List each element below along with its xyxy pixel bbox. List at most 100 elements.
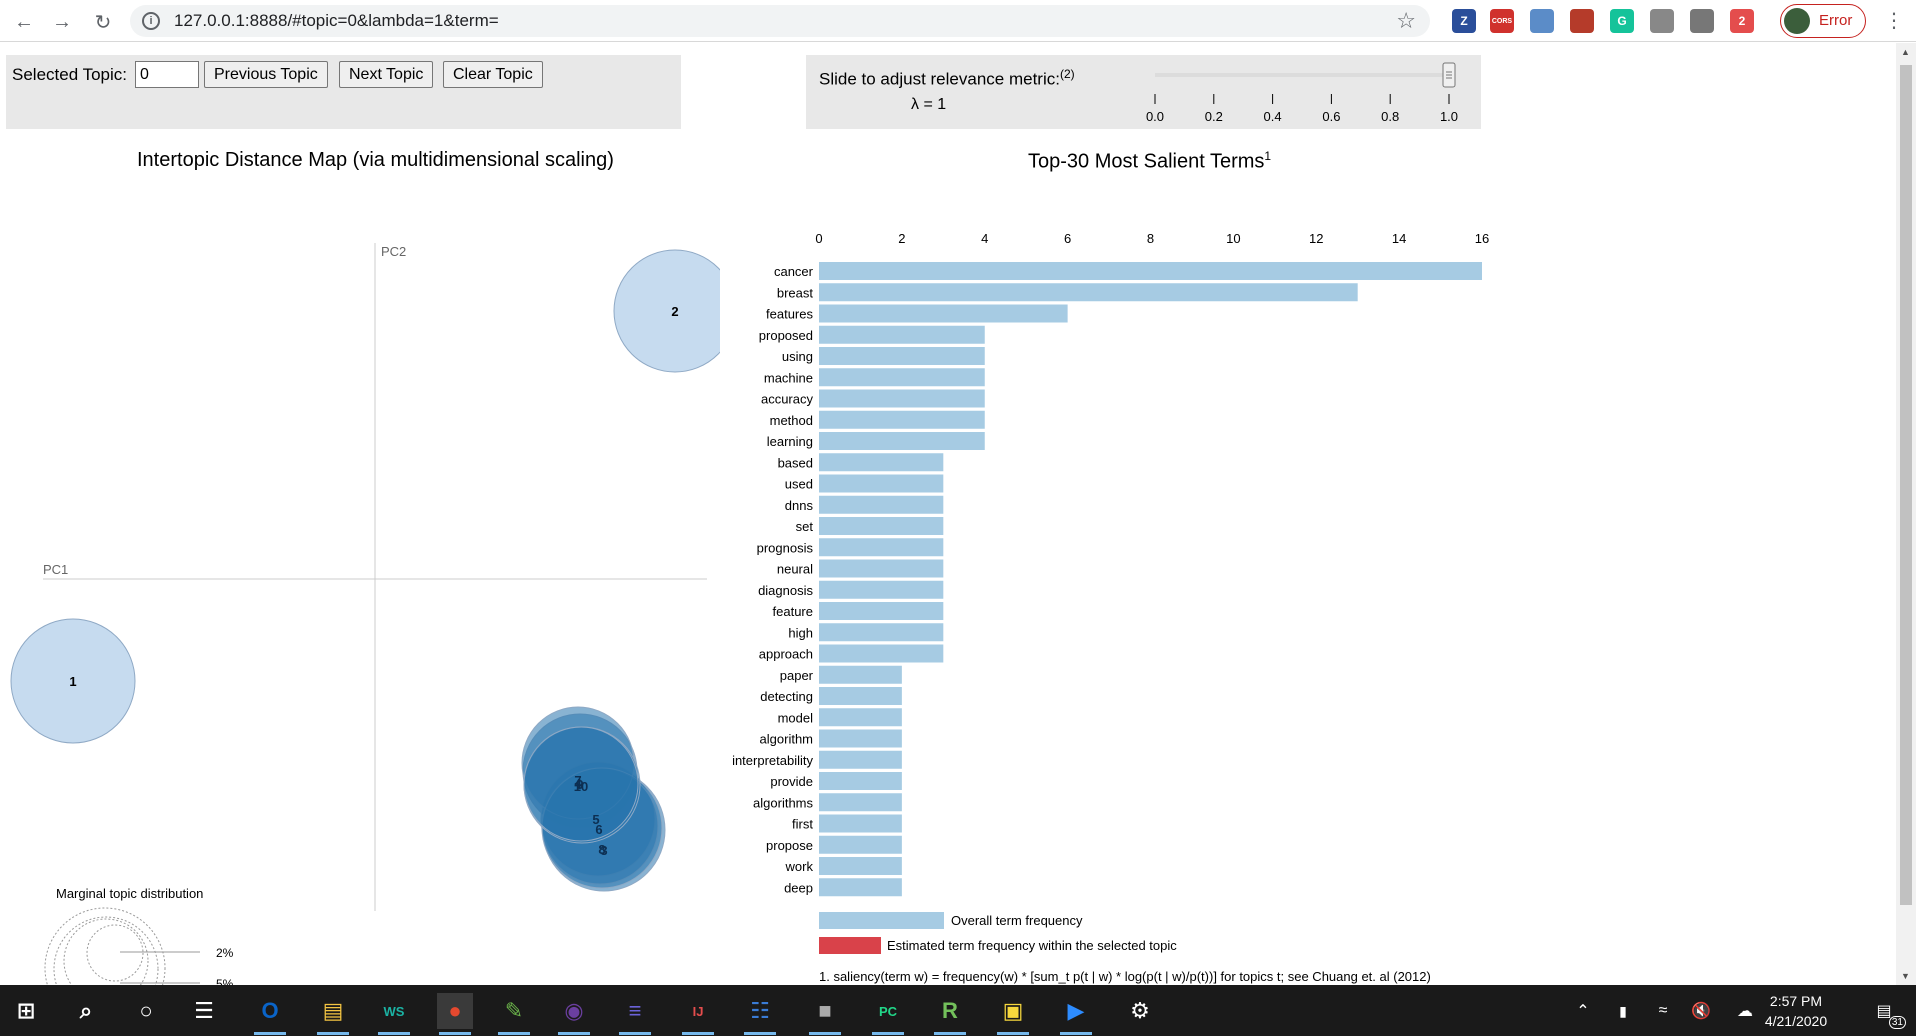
bar-algorithm[interactable]: [819, 729, 902, 748]
rstudio-icon[interactable]: R: [932, 993, 968, 1035]
term-label[interactable]: work: [785, 859, 814, 874]
terminal-icon[interactable]: ■: [807, 993, 843, 1035]
bar-machine[interactable]: [819, 368, 985, 387]
bar-breast[interactable]: [819, 283, 1358, 302]
bar-diagnosis[interactable]: [819, 580, 944, 599]
zoom-icon[interactable]: ▶: [1058, 993, 1094, 1035]
scroll-down-icon[interactable]: ▼: [1901, 971, 1910, 981]
term-label[interactable]: learning: [767, 434, 813, 449]
ext-badge-extension-icon[interactable]: 2: [1730, 9, 1754, 33]
ext-blue-extension-icon[interactable]: [1530, 9, 1554, 33]
chrome-icon[interactable]: ●: [437, 993, 473, 1035]
forward-button[interactable]: →: [48, 8, 76, 36]
bar-dnns[interactable]: [819, 495, 944, 514]
cortana-icon[interactable]: ○: [128, 993, 164, 1029]
topic-label-2[interactable]: 2: [671, 304, 678, 319]
bar-detecting[interactable]: [819, 687, 902, 705]
network-icon[interactable]: ☷: [742, 993, 778, 1035]
bar-algorithms[interactable]: [819, 793, 902, 812]
settings-icon[interactable]: ⚙: [1122, 993, 1158, 1029]
term-label[interactable]: features: [766, 307, 813, 322]
bar-neural[interactable]: [819, 559, 944, 578]
term-label[interactable]: paper: [780, 668, 814, 683]
term-label[interactable]: high: [788, 625, 813, 640]
intellij-icon[interactable]: IJ: [680, 993, 716, 1035]
bar-work[interactable]: [819, 857, 902, 875]
address-url[interactable]: 127.0.0.1:8888/#topic=0&lambda=1&term=: [174, 11, 499, 31]
term-label[interactable]: feature: [773, 604, 813, 619]
bar-prognosis[interactable]: [819, 538, 944, 557]
notepad-icon[interactable]: ✎: [496, 993, 532, 1035]
clear-topic-button[interactable]: Clear Topic: [443, 61, 543, 88]
topic-input[interactable]: [135, 61, 199, 88]
bar-first[interactable]: [819, 814, 902, 833]
star-icon[interactable]: ☆: [1396, 8, 1416, 34]
file-explorer-icon[interactable]: ▤: [315, 993, 351, 1035]
bar-propose[interactable]: [819, 835, 902, 854]
ext-gray-extension-icon[interactable]: [1650, 9, 1674, 33]
bar-learning[interactable]: [819, 432, 985, 450]
term-label[interactable]: detecting: [760, 689, 813, 704]
bar-based[interactable]: [819, 453, 944, 472]
term-label[interactable]: based: [778, 455, 813, 470]
term-label[interactable]: propose: [766, 838, 813, 853]
term-label[interactable]: dnns: [785, 498, 814, 513]
reload-button[interactable]: ↻: [89, 8, 117, 36]
back-button[interactable]: ←: [10, 8, 38, 36]
bar-set[interactable]: [819, 517, 944, 535]
previous-topic-button[interactable]: Previous Topic: [204, 61, 328, 88]
term-label[interactable]: set: [796, 519, 814, 534]
bar-interpretability[interactable]: [819, 750, 902, 769]
topic-label-6[interactable]: 6: [595, 822, 602, 837]
address-bar[interactable]: i 127.0.0.1:8888/#topic=0&lambda=1&term=…: [130, 5, 1430, 37]
task-view-icon[interactable]: ☰: [186, 993, 222, 1029]
term-label[interactable]: first: [792, 817, 813, 832]
chevron-up-icon[interactable]: ⌃: [1565, 993, 1601, 1029]
bar-high[interactable]: [819, 623, 944, 642]
site-info-icon[interactable]: i: [142, 12, 160, 30]
term-label[interactable]: provide: [770, 774, 813, 789]
slider-track[interactable]: [1155, 73, 1449, 77]
term-label[interactable]: deep: [784, 880, 813, 895]
battery-icon[interactable]: ▮: [1605, 993, 1641, 1029]
term-label[interactable]: diagnosis: [758, 583, 813, 598]
profile-button[interactable]: Error: [1780, 4, 1866, 38]
term-label[interactable]: interpretability: [732, 753, 813, 768]
windows-start-icon[interactable]: ⊞: [8, 993, 44, 1029]
bar-accuracy[interactable]: [819, 389, 985, 408]
bar-used[interactable]: [819, 474, 944, 493]
term-label[interactable]: method: [770, 413, 813, 428]
github-icon[interactable]: ◉: [556, 993, 592, 1035]
page-scrollbar[interactable]: ▲ ▼: [1896, 43, 1916, 985]
bar-proposed[interactable]: [819, 325, 985, 344]
pdf-extension-icon[interactable]: [1570, 9, 1594, 33]
wifi-icon[interactable]: ≈: [1645, 993, 1681, 1029]
term-label[interactable]: machine: [764, 370, 813, 385]
bar-provide[interactable]: [819, 772, 902, 790]
term-label[interactable]: using: [782, 349, 813, 364]
bar-paper[interactable]: [819, 665, 902, 684]
term-label[interactable]: algorithms: [753, 795, 813, 810]
webstorm-icon[interactable]: WS: [376, 993, 412, 1035]
bar-features[interactable]: [819, 304, 1068, 323]
grammarly-extension-icon[interactable]: G: [1610, 9, 1634, 33]
term-label[interactable]: cancer: [774, 264, 814, 279]
outlook-icon[interactable]: O: [252, 993, 288, 1035]
pycharm-icon[interactable]: PC: [870, 993, 906, 1035]
notifications-icon[interactable]: 31 ▤: [1866, 993, 1906, 1029]
bar-cancer[interactable]: [819, 262, 1482, 280]
next-topic-button[interactable]: Next Topic: [339, 61, 434, 88]
topic-label-10[interactable]: 10: [574, 779, 588, 794]
bar-approach[interactable]: [819, 644, 944, 663]
lambda-slider[interactable]: 0.0 0.2 0.4 0.6 0.8 1.0: [806, 55, 1481, 129]
topic-label-1[interactable]: 1: [69, 674, 76, 689]
term-label[interactable]: approach: [759, 647, 813, 662]
volume-muted-icon[interactable]: 🔇: [1683, 993, 1719, 1029]
scrollbar-thumb[interactable]: [1900, 65, 1912, 905]
term-label[interactable]: prognosis: [757, 540, 814, 555]
bar-model[interactable]: [819, 708, 902, 727]
cors-extension-icon[interactable]: CORS: [1490, 9, 1514, 33]
bar-deep[interactable]: [819, 878, 902, 897]
ext-link-extension-icon[interactable]: [1690, 9, 1714, 33]
bar-feature[interactable]: [819, 602, 944, 620]
